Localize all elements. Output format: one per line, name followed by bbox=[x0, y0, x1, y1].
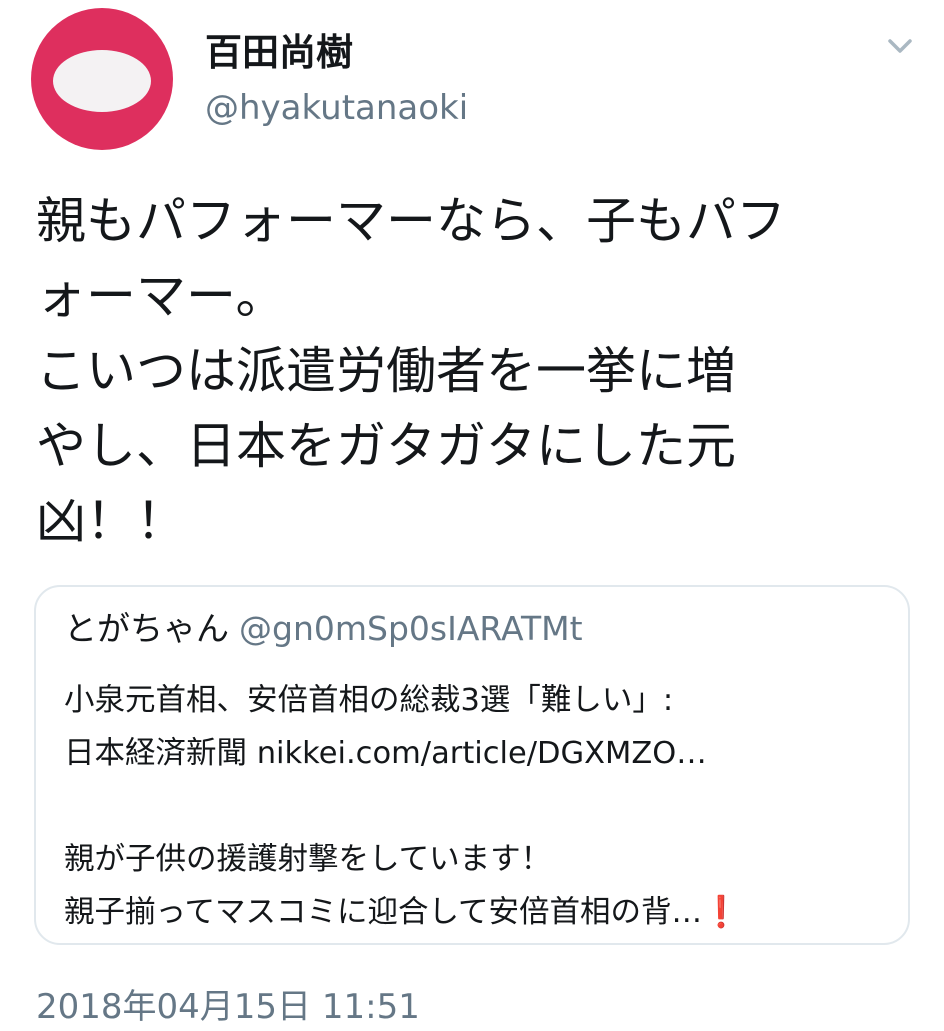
author-handle[interactable]: @hyakutanaoki bbox=[205, 86, 468, 130]
chevron-down-icon[interactable] bbox=[878, 30, 922, 64]
quoted-tweet-body: 小泉元首相、安倍首相の総裁3選「難しい」: 日本経済新聞 nikkei.com/… bbox=[64, 683, 707, 930]
avatar[interactable] bbox=[31, 8, 173, 150]
quoted-tweet-card[interactable]: とがちゃん @gn0mSp0sIARATMt 小泉元首相、安倍首相の総裁3選「難し… bbox=[34, 585, 910, 945]
tweet-text: 親もパフォーマーなら、子もパフ ォーマー。 こいつは派遣労働者を一挙に増 やし、… bbox=[36, 192, 786, 550]
tweet: 百田尚樹 @hyakutanaoki 親もパフォーマーなら、子もパフ ォーマー。… bbox=[0, 0, 944, 1027]
avatar-image bbox=[53, 50, 151, 112]
author-display-name[interactable]: 百田尚樹 bbox=[205, 30, 353, 76]
quoted-tweet-header: とがちゃん @gn0mSp0sIARATMt bbox=[64, 607, 583, 651]
quoted-tweet-text: 小泉元首相、安倍首相の総裁3選「難しい」: 日本経済新聞 nikkei.com/… bbox=[64, 674, 894, 939]
exclamation-icon: ❗ bbox=[702, 895, 741, 930]
quoted-author-handle: @gn0mSp0sIARATMt bbox=[239, 609, 583, 648]
quoted-author-name: とがちゃん bbox=[64, 609, 229, 648]
